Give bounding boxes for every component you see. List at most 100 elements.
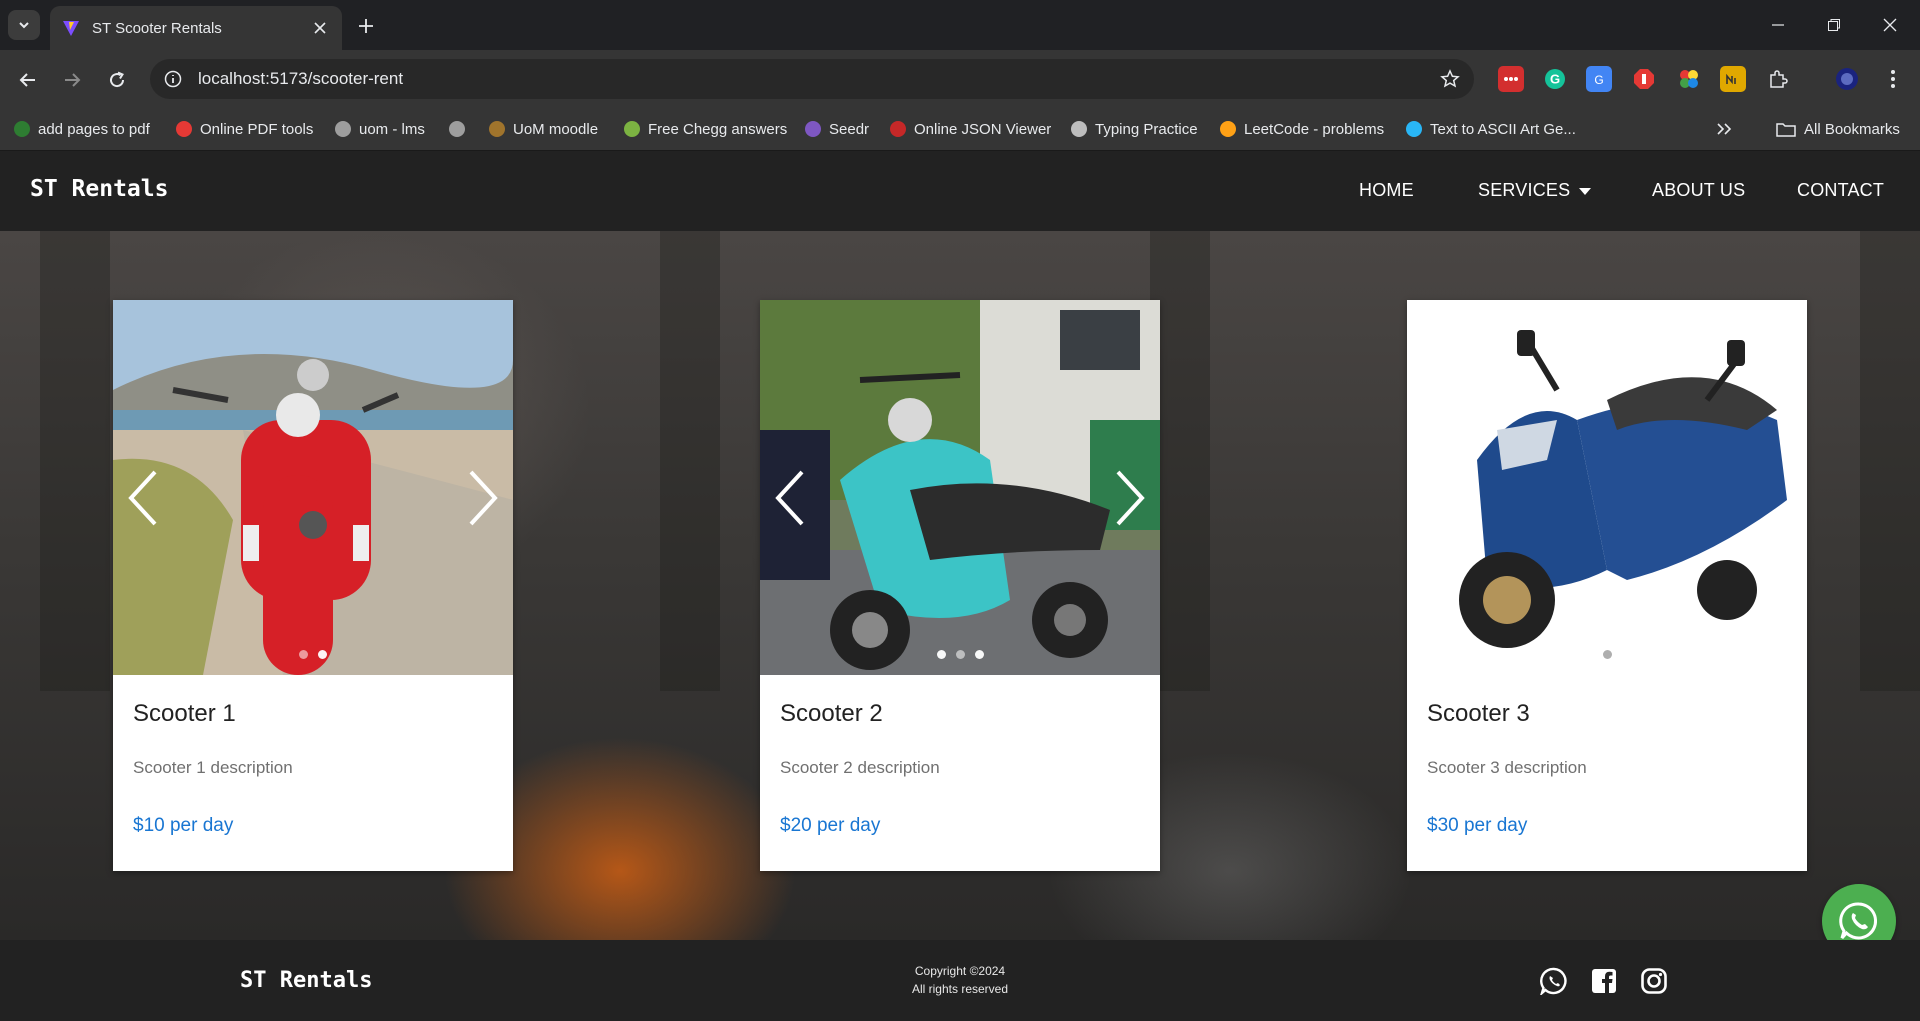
close-icon (1883, 18, 1897, 32)
footer-facebook-icon[interactable] (1590, 967, 1618, 995)
translate-extension-icon[interactable]: G (1586, 66, 1612, 92)
scooter-1-carousel[interactable] (113, 300, 513, 675)
scooter-description: Scooter 3 description (1427, 758, 1587, 777)
footer-instagram-icon[interactable] (1640, 967, 1668, 995)
scooter-3-carousel[interactable] (1407, 300, 1807, 675)
scooter-price: $10 per day (133, 815, 234, 836)
bookmark-favicon-icon (1406, 121, 1422, 137)
minimize-icon (1772, 24, 1784, 26)
carousel-dot[interactable] (299, 650, 308, 659)
url-text[interactable]: localhost:5173/scooter-rent (198, 69, 403, 89)
carousel-prev-icon[interactable] (123, 468, 163, 528)
bookmark-label: LeetCode - problems (1244, 120, 1385, 138)
site-brand[interactable]: ST Rentals (30, 176, 168, 202)
new-tab-button[interactable] (352, 12, 380, 40)
bookmark-favicon-icon (489, 121, 505, 137)
all-bookmarks-label: All Bookmarks (1804, 120, 1900, 138)
scooter-card-3[interactable]: Scooter 3 Scooter 3 description $30 per … (1407, 300, 1807, 871)
bookmark-item[interactable]: LeetCode - problems (1220, 116, 1384, 142)
bookmark-item[interactable]: Text to ASCII Art Ge... (1406, 116, 1576, 142)
bookmark-item[interactable]: uom - lms (335, 116, 425, 142)
svg-text:G: G (1550, 72, 1560, 87)
site-navbar (0, 151, 1920, 231)
scooter-3-photo (1407, 300, 1807, 675)
bookmark-item[interactable]: Seedr (805, 116, 869, 142)
back-button[interactable] (12, 64, 44, 96)
bookmark-item[interactable] (449, 116, 473, 142)
bookmark-favicon-icon (14, 121, 30, 137)
whatsapp-icon (1839, 902, 1878, 940)
reload-icon (110, 71, 125, 88)
scooter-2-carousel[interactable] (760, 300, 1160, 675)
nav-contact-link[interactable]: CONTACT (1797, 180, 1884, 201)
caret-down-icon (1579, 187, 1592, 195)
adblock-extension-icon[interactable] (1631, 66, 1657, 92)
all-bookmarks-button[interactable]: All Bookmarks (1776, 116, 1900, 142)
lastpass-extension-icon[interactable] (1498, 66, 1524, 92)
minimize-button[interactable] (1750, 0, 1806, 50)
nav-about-link[interactable]: ABOUT US (1652, 180, 1745, 201)
profile-avatar-icon[interactable] (1834, 66, 1860, 92)
browser-menu-icon[interactable] (1880, 66, 1906, 92)
scooter-price: $30 per day (1427, 815, 1528, 836)
bookmark-item[interactable]: add pages to pdf (14, 116, 150, 142)
bookmark-item[interactable]: UoM moodle (489, 116, 598, 142)
tab-close-icon[interactable] (310, 18, 330, 38)
scooter-name: Scooter 2 (780, 700, 883, 727)
bookmark-favicon-icon (335, 121, 351, 137)
notes-extension-icon[interactable] (1720, 66, 1746, 92)
tab-title: ST Scooter Rentals (92, 19, 222, 37)
browser-tab-active[interactable]: ST Scooter Rentals (50, 6, 342, 50)
bookmark-label: add pages to pdf (38, 120, 150, 138)
carousel-prev-icon[interactable] (770, 468, 810, 528)
bookmark-label: Online PDF tools (200, 120, 314, 138)
bookmark-favicon-icon (890, 121, 906, 137)
carousel-dot[interactable] (1602, 650, 1612, 659)
forward-button[interactable] (56, 64, 88, 96)
bookmark-label: Free Chegg answers (648, 120, 788, 138)
carousel-dot[interactable] (318, 650, 327, 659)
scooter-description: Scooter 1 description (133, 758, 293, 777)
restore-button[interactable] (1806, 0, 1862, 50)
bookmark-item[interactable]: Typing Practice (1071, 116, 1198, 142)
carousel-indicators (1407, 650, 1807, 659)
carousel-dot[interactable] (955, 650, 965, 659)
tab-search-button[interactable] (8, 10, 40, 40)
footer-whatsapp-icon[interactable] (1540, 967, 1568, 995)
bookmark-item[interactable]: Online PDF tools (176, 116, 313, 142)
grammarly-extension-icon[interactable]: G (1542, 66, 1568, 92)
close-window-button[interactable] (1862, 0, 1918, 50)
chevron-down-icon (19, 22, 29, 29)
bookmark-item[interactable]: Free Chegg answers (624, 116, 787, 142)
scooter-name: Scooter 3 (1427, 700, 1530, 727)
bookmark-favicon-icon (624, 121, 640, 137)
copyright-text: Copyright ©2024 (914, 964, 1006, 978)
arrow-left-icon (19, 73, 35, 87)
carousel-next-icon[interactable] (1110, 468, 1150, 528)
carousel-dot[interactable] (936, 650, 946, 659)
extensions-puzzle-icon[interactable] (1765, 66, 1791, 92)
scooter-1-photo (113, 300, 513, 675)
bookmark-favicon-icon (805, 121, 821, 137)
carousel-dot[interactable] (974, 650, 984, 659)
address-bar[interactable]: localhost:5173/scooter-rent (150, 59, 1474, 99)
scooter-card-1[interactable]: Scooter 1 Scooter 1 description $10 per … (113, 300, 513, 871)
scooter-description: Scooter 2 description (780, 758, 940, 777)
bookmark-star-icon[interactable] (1440, 69, 1460, 89)
scooter-name: Scooter 1 (133, 700, 236, 727)
site-info-icon[interactable] (164, 70, 182, 88)
bookmarks-overflow-icon[interactable] (1716, 116, 1732, 142)
reload-button[interactable] (101, 64, 133, 96)
scooter-card-2[interactable]: Scooter 2 Scooter 2 description $20 per … (760, 300, 1160, 871)
bookmark-favicon-icon (1071, 121, 1087, 137)
plus-icon (359, 19, 373, 33)
colorpicker-extension-icon[interactable] (1676, 66, 1702, 92)
bookmark-label: UoM moodle (513, 120, 599, 138)
nav-home-link[interactable]: HOME (1359, 180, 1414, 201)
bookmark-label: Typing Practice (1095, 120, 1198, 138)
carousel-next-icon[interactable] (463, 468, 503, 528)
vite-favicon-icon (63, 21, 79, 36)
nav-services-label: SERVICES (1478, 180, 1571, 200)
bookmark-item[interactable]: Online JSON Viewer (890, 116, 1051, 142)
nav-services-dropdown[interactable]: SERVICES (1478, 180, 1592, 201)
